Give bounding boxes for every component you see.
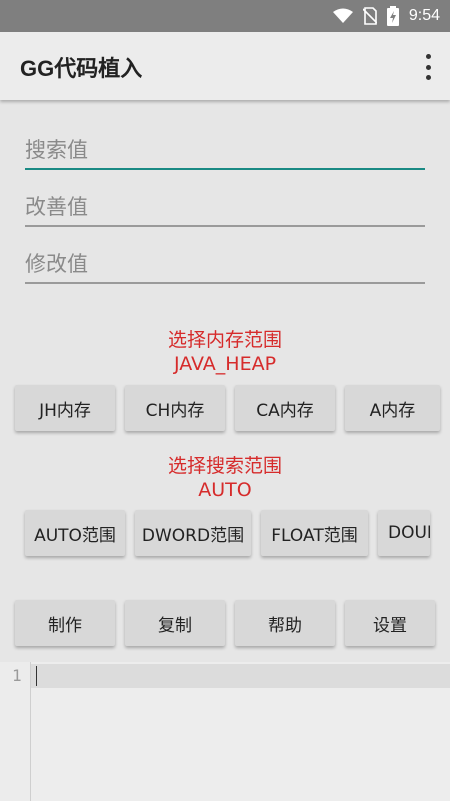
battery-charging-icon: [386, 6, 399, 26]
make-button[interactable]: 制作: [15, 600, 115, 646]
improve-value-input[interactable]: [25, 189, 425, 227]
search-value-input[interactable]: [25, 132, 425, 170]
code-editor[interactable]: 1: [0, 662, 450, 801]
wifi-icon: [332, 8, 353, 23]
modify-value-input[interactable]: [25, 246, 425, 284]
ca-memory-button[interactable]: CA内存: [235, 385, 335, 431]
float-range-button[interactable]: FLOAT范围: [261, 510, 368, 556]
app-bar: GG代码植入: [0, 32, 450, 100]
search-range-value: AUTO: [198, 479, 252, 501]
current-line-highlight: [31, 664, 450, 688]
status-icons: 9:54: [332, 0, 440, 32]
line-number-gutter: 1: [0, 662, 31, 801]
a-memory-button[interactable]: A内存: [345, 385, 440, 431]
status-time: 9:54: [408, 7, 440, 24]
status-bar: 9:54: [0, 0, 450, 32]
double-range-button[interactable]: DOUB: [378, 510, 430, 556]
memory-range-value: JAVA_HEAP: [173, 353, 277, 375]
no-sim-icon: [362, 7, 377, 25]
jh-memory-button[interactable]: JH内存: [15, 385, 115, 431]
overflow-menu-icon[interactable]: [422, 54, 434, 80]
memory-range-label: 选择内存范围: [167, 329, 282, 351]
settings-button[interactable]: 设置: [345, 600, 435, 646]
copy-button[interactable]: 复制: [125, 600, 225, 646]
app-title: GG代码植入: [20, 56, 143, 81]
dword-range-button[interactable]: DWORD范围: [135, 510, 251, 556]
search-range-label: 选择搜索范围: [167, 455, 282, 477]
auto-range-button[interactable]: AUTO范围: [25, 510, 125, 556]
help-button[interactable]: 帮助: [235, 600, 335, 646]
text-cursor: [36, 666, 37, 686]
ch-memory-button[interactable]: CH内存: [125, 385, 225, 431]
line-number: 1: [12, 666, 22, 685]
